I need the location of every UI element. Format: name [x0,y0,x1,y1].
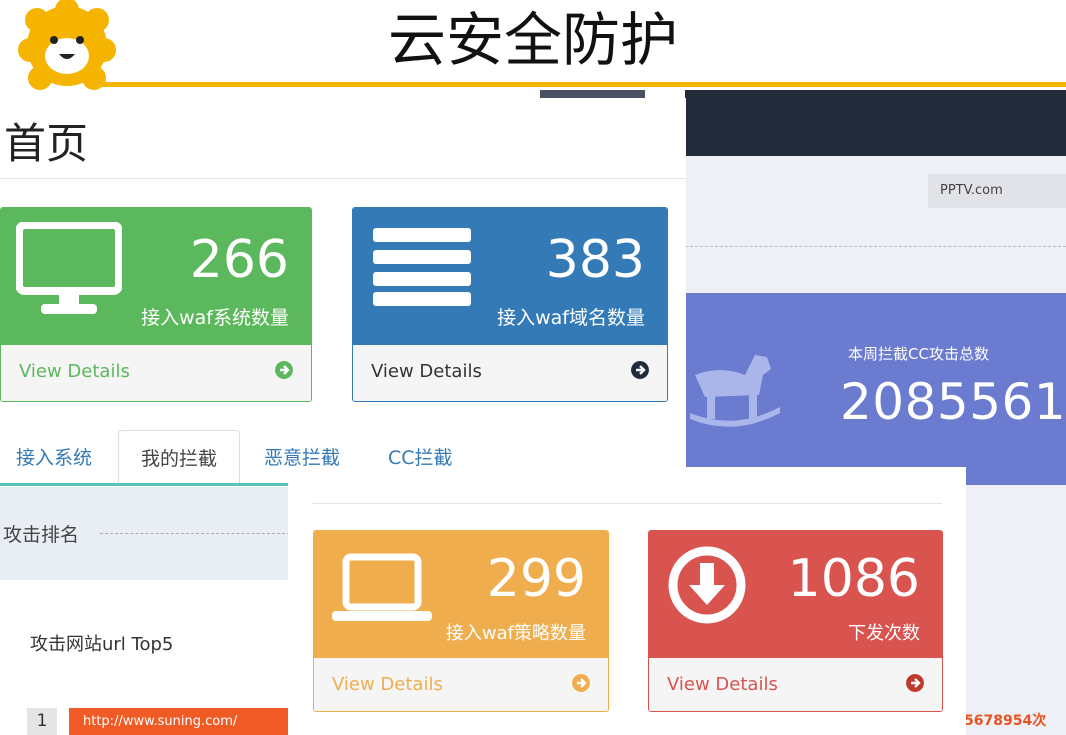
background-section [966,488,1066,735]
lion-logo-icon [18,0,116,90]
view-details-text: View Details [667,674,778,695]
arrow-circle-right-icon [572,674,590,692]
view-details-link[interactable]: View Details [314,658,608,711]
tab-my-blocks[interactable]: 我的拦截 [118,430,240,484]
tab-access-system[interactable]: 接入系统 [16,430,92,482]
laptop-icon [332,553,432,621]
section-title: 攻击排名 [3,524,80,546]
title-underline [100,82,1066,87]
card-policies: 299 接入waf策略数量 View Details [313,530,609,712]
tab-underline [0,483,290,486]
arrow-circle-right-icon [631,361,649,379]
cc-attack-label: 本周拦截CC攻击总数 [848,345,989,363]
title-divider [0,178,686,179]
card-number: 383 [545,230,645,290]
card-label: 下发次数 [848,623,920,644]
view-details-text: View Details [332,674,443,695]
card-header: 299 接入waf策略数量 [314,531,608,659]
rocking-horse-icon [690,355,780,427]
rank-number: 1 [27,708,57,735]
view-details-text: View Details [371,361,482,382]
card-header: 383 接入waf域名数量 [353,208,667,346]
card-header: 1086 下发次数 [649,531,942,659]
card-label: 接入waf系统数量 [141,307,289,329]
view-details-link[interactable]: View Details [1,345,311,401]
view-details-link[interactable]: View Details [353,345,667,401]
view-details-link[interactable]: View Details [649,658,942,711]
cc-attack-value: 20855619 [840,373,1066,431]
arrow-circle-right-icon [275,361,293,379]
overlay-divider [312,503,942,504]
divider [685,246,1066,247]
site-selector[interactable]: PPTV.com [928,174,1066,208]
top5-title: 攻击网站url Top5 [30,634,174,655]
card-number: 299 [486,549,586,609]
card-number: 266 [189,230,289,290]
list-icon [373,228,471,306]
page-title: 首页 [4,119,89,168]
view-details-text: View Details [19,361,130,382]
section-divider [100,533,290,534]
arrow-circle-right-icon [906,674,924,692]
background-navbar [685,90,1066,156]
slide-title: 云安全防护 [387,6,678,74]
card-header: 266 接入waf系统数量 [1,208,311,346]
download-icon [668,546,746,624]
rank-url-bar[interactable]: http://www.suning.com/ [69,708,289,735]
card-domains: 383 接入waf域名数量 View Details [352,207,668,402]
card-label: 接入waf策略数量 [445,623,586,644]
cc-attack-panel: 本周拦截CC攻击总数 20855619 [685,293,1066,485]
card-label: 接入waf域名数量 [497,307,645,329]
card-systems: 266 接入waf系统数量 View Details [0,207,312,402]
card-number: 1086 [787,549,920,609]
card-deployments: 1086 下发次数 View Details [648,530,943,712]
attack-count-text: 5678954次 [964,713,1047,729]
monitor-icon [16,222,122,314]
